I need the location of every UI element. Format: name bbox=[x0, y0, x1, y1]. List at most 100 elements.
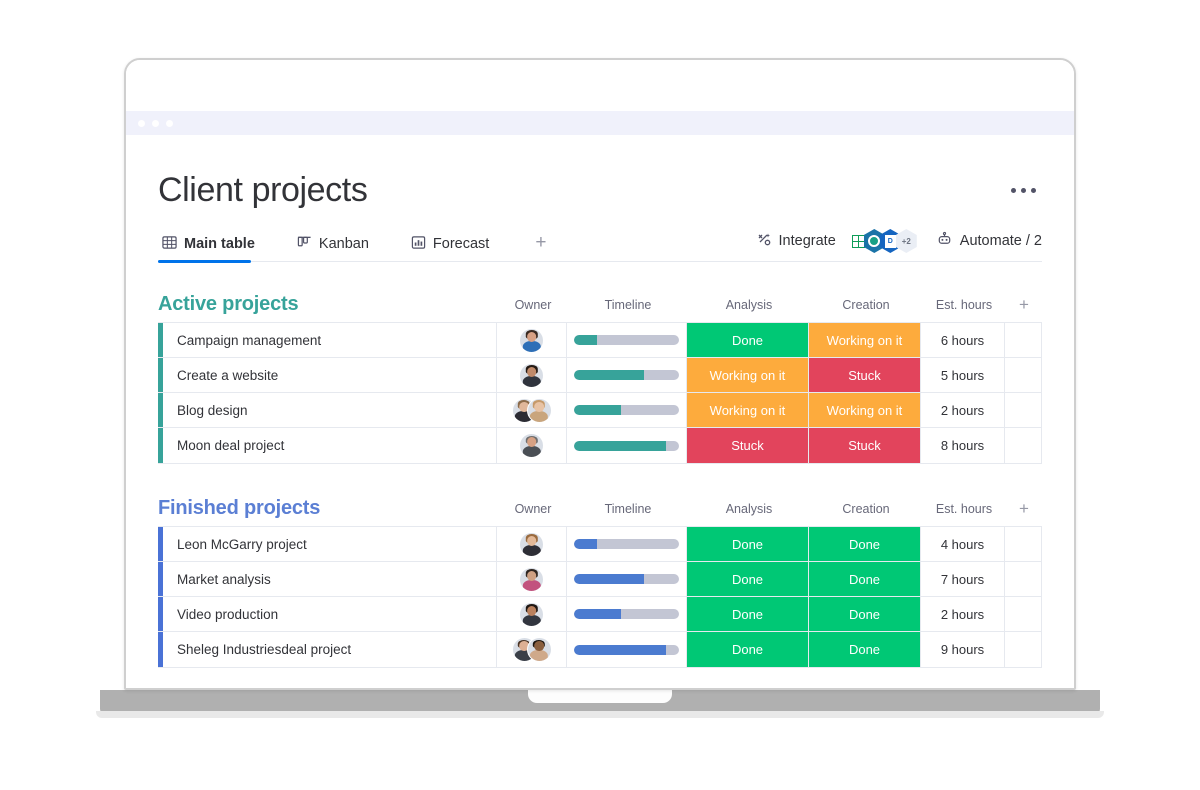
overflow-badge[interactable]: +2 bbox=[895, 229, 917, 253]
column-header-analysis[interactable]: Analysis bbox=[688, 502, 810, 516]
est-hours-cell[interactable]: 4 hours bbox=[921, 527, 1005, 561]
row-name[interactable]: Moon deal project bbox=[163, 428, 497, 463]
tab-forecast[interactable]: Forecast bbox=[407, 235, 499, 262]
table-row[interactable]: Sheleg Industriesdeal project Done Done 9 h… bbox=[158, 632, 1041, 667]
avatar[interactable] bbox=[526, 637, 552, 662]
row-name[interactable]: Blog design bbox=[163, 393, 497, 427]
timeline-cell[interactable] bbox=[567, 562, 687, 596]
timeline-cell[interactable] bbox=[567, 597, 687, 631]
est-hours-cell[interactable]: 5 hours bbox=[921, 358, 1005, 392]
timeline-cell[interactable] bbox=[567, 632, 687, 667]
row-empty-cell[interactable] bbox=[1005, 562, 1041, 596]
avatar[interactable] bbox=[519, 531, 544, 557]
row-name[interactable]: Campaign management bbox=[163, 323, 497, 357]
group-title[interactable]: Active projects bbox=[158, 293, 299, 316]
avatar[interactable] bbox=[519, 566, 544, 592]
owner-cell[interactable] bbox=[497, 632, 567, 667]
timeline-cell[interactable] bbox=[567, 527, 687, 561]
add-column-button[interactable]: + bbox=[1006, 500, 1042, 517]
timeline-cell[interactable] bbox=[567, 323, 687, 357]
tab-kanban[interactable]: Kanban bbox=[293, 235, 379, 262]
analysis-status-cell[interactable]: Done bbox=[687, 323, 809, 357]
analysis-status-cell[interactable]: Working on it bbox=[687, 393, 809, 427]
creation-status-cell[interactable]: Working on it bbox=[809, 323, 921, 357]
owner-cell[interactable] bbox=[497, 562, 567, 596]
column-header-hours[interactable]: Est. hours bbox=[922, 502, 1006, 516]
automate-button[interactable]: Automate / 2 bbox=[936, 231, 1042, 252]
analysis-status-cell[interactable]: Working on it bbox=[687, 358, 809, 392]
owner-cell[interactable] bbox=[497, 597, 567, 631]
chrome-dot-maximize[interactable] bbox=[166, 119, 173, 127]
est-hours-cell[interactable]: 2 hours bbox=[921, 393, 1005, 427]
row-empty-cell[interactable] bbox=[1005, 358, 1041, 392]
creation-status-cell[interactable]: Stuck bbox=[809, 428, 921, 463]
row-name[interactable]: Leon McGarry project bbox=[163, 527, 497, 561]
avatar[interactable] bbox=[519, 433, 544, 458]
row-empty-cell[interactable] bbox=[1005, 632, 1041, 667]
avatar[interactable] bbox=[519, 362, 544, 388]
avatar-group bbox=[519, 566, 544, 592]
owner-cell[interactable] bbox=[497, 393, 567, 427]
creation-status-cell[interactable]: Stuck bbox=[809, 358, 921, 392]
column-header-owner[interactable]: Owner bbox=[498, 502, 568, 516]
table-row[interactable]: Market analysis Done Done 7 hours bbox=[158, 562, 1041, 597]
row-name[interactable]: Market analysis bbox=[163, 562, 497, 596]
integration-badges[interactable]: D +2 bbox=[847, 229, 917, 253]
analysis-status-cell[interactable]: Stuck bbox=[687, 428, 809, 463]
row-empty-cell[interactable] bbox=[1005, 597, 1041, 631]
creation-status-cell[interactable]: Done bbox=[809, 597, 921, 631]
column-header-timeline[interactable]: Timeline bbox=[568, 502, 688, 516]
more-options-button[interactable] bbox=[1005, 178, 1042, 203]
row-empty-cell[interactable] bbox=[1005, 323, 1041, 357]
owner-cell[interactable] bbox=[497, 527, 567, 561]
column-header-analysis[interactable]: Analysis bbox=[688, 298, 810, 312]
add-view-button[interactable]: + bbox=[527, 232, 554, 262]
column-header-hours[interactable]: Est. hours bbox=[922, 298, 1006, 312]
table-row[interactable]: Create a website Working on it Stuck 5 hour… bbox=[158, 358, 1041, 393]
row-empty-cell[interactable] bbox=[1005, 527, 1041, 561]
avatar[interactable] bbox=[519, 601, 544, 627]
row-name[interactable]: Sheleg Industriesdeal project bbox=[163, 632, 497, 667]
timeline-cell[interactable] bbox=[567, 428, 687, 463]
table-row[interactable]: Moon deal project Stuck Stuck 8 hours bbox=[158, 428, 1041, 463]
integrate-button[interactable]: Integrate bbox=[756, 231, 836, 251]
analysis-status-cell[interactable]: Done bbox=[687, 562, 809, 596]
est-hours-cell[interactable]: 2 hours bbox=[921, 597, 1005, 631]
timeline-cell[interactable] bbox=[567, 358, 687, 392]
progress-bar bbox=[574, 405, 679, 415]
column-header-creation[interactable]: Creation bbox=[810, 298, 922, 312]
column-header-timeline[interactable]: Timeline bbox=[568, 298, 688, 312]
table-row[interactable]: Leon McGarry project Done Done 4 hours bbox=[158, 527, 1041, 562]
owner-cell[interactable] bbox=[497, 323, 567, 357]
owner-cell[interactable] bbox=[497, 358, 567, 392]
row-empty-cell[interactable] bbox=[1005, 428, 1041, 463]
row-name[interactable]: Video production bbox=[163, 597, 497, 631]
est-hours-cell[interactable]: 9 hours bbox=[921, 632, 1005, 667]
chrome-dot-minimize[interactable] bbox=[152, 119, 159, 127]
add-column-button[interactable]: + bbox=[1006, 296, 1042, 313]
table-row[interactable]: Campaign management Done Working on it 6 ho… bbox=[158, 323, 1041, 358]
avatar[interactable] bbox=[526, 397, 552, 423]
timeline-cell[interactable] bbox=[567, 393, 687, 427]
group-title[interactable]: Finished projects bbox=[158, 497, 320, 520]
row-name[interactable]: Create a website bbox=[163, 358, 497, 392]
creation-status-cell[interactable]: Working on it bbox=[809, 393, 921, 427]
est-hours-cell[interactable]: 7 hours bbox=[921, 562, 1005, 596]
analysis-status-cell[interactable]: Done bbox=[687, 597, 809, 631]
creation-status-cell[interactable]: Done bbox=[809, 632, 921, 667]
table-row[interactable]: Video production Done Done 2 hours bbox=[158, 597, 1041, 632]
analysis-status-cell[interactable]: Done bbox=[687, 527, 809, 561]
row-empty-cell[interactable] bbox=[1005, 393, 1041, 427]
avatar[interactable] bbox=[519, 327, 544, 353]
est-hours-cell[interactable]: 6 hours bbox=[921, 323, 1005, 357]
column-header-creation[interactable]: Creation bbox=[810, 502, 922, 516]
est-hours-cell[interactable]: 8 hours bbox=[921, 428, 1005, 463]
creation-status-cell[interactable]: Done bbox=[809, 527, 921, 561]
analysis-status-cell[interactable]: Done bbox=[687, 632, 809, 667]
owner-cell[interactable] bbox=[497, 428, 567, 463]
chrome-dot-close[interactable] bbox=[138, 119, 145, 127]
column-header-owner[interactable]: Owner bbox=[498, 298, 568, 312]
creation-status-cell[interactable]: Done bbox=[809, 562, 921, 596]
tab-main-table[interactable]: Main table bbox=[158, 235, 265, 263]
table-row[interactable]: Blog design Working on it Working on it 2 h… bbox=[158, 393, 1041, 428]
